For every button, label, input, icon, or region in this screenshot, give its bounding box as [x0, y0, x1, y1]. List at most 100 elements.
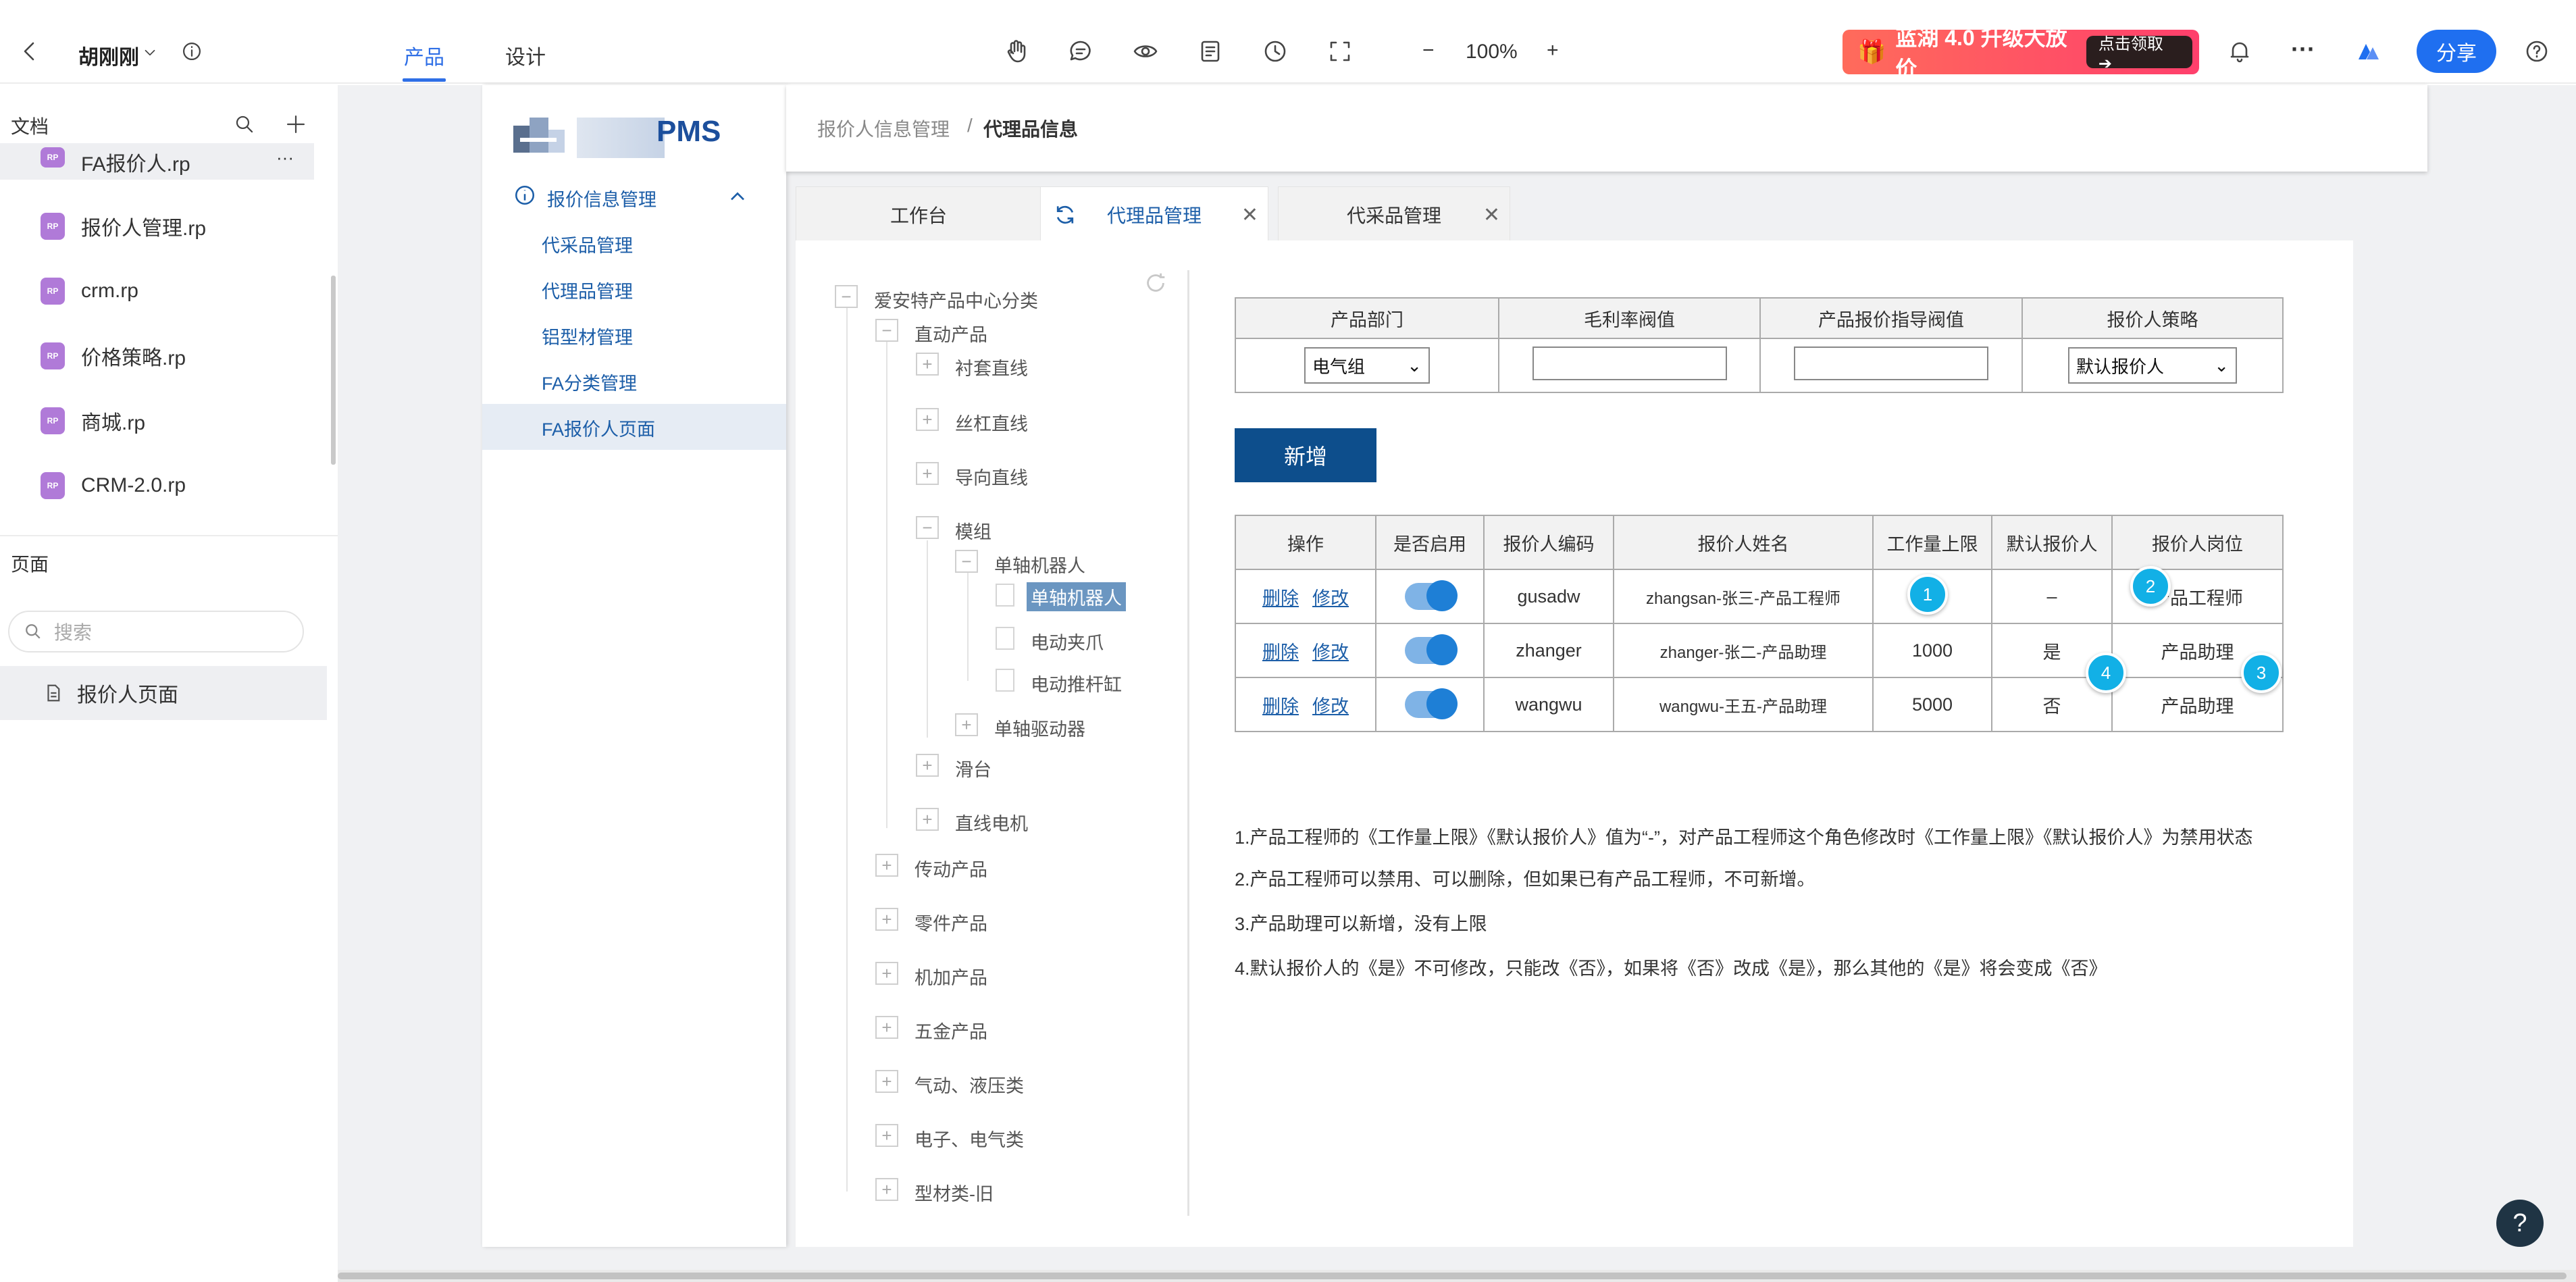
help-button[interactable]: ?: [2496, 1200, 2544, 1247]
tree-expand-toggle[interactable]: +: [875, 1016, 898, 1039]
tree-node[interactable]: 单轴驱动器: [994, 715, 1085, 741]
tree-collapse-toggle[interactable]: −: [916, 516, 939, 539]
zoom-in-button[interactable]: +: [1547, 39, 1559, 62]
help-icon[interactable]: [2518, 32, 2556, 70]
tree-expand-toggle[interactable]: +: [916, 353, 939, 376]
more-icon[interactable]: ···: [2291, 35, 2315, 63]
tree-collapse-toggle[interactable]: −: [955, 550, 978, 573]
document-icon[interactable]: [1191, 32, 1229, 70]
enabled-toggle[interactable]: [1405, 634, 1458, 665]
tab-workbench[interactable]: 工作台: [796, 186, 1041, 243]
tree-node[interactable]: 零件产品: [915, 909, 987, 935]
price-guide-threshold-input[interactable]: [1794, 346, 1988, 380]
doc-item[interactable]: RP crm.rp: [0, 261, 314, 322]
annotation-badge[interactable]: 4: [2086, 652, 2126, 693]
delete-link[interactable]: 删除: [1262, 588, 1299, 609]
breadcrumb-parent[interactable]: 报价人信息管理: [817, 115, 950, 142]
add-icon[interactable]: [277, 105, 315, 143]
tree-node[interactable]: 丝杠直线: [955, 409, 1028, 436]
nav-section-title[interactable]: 报价信息管理: [547, 185, 656, 211]
tree-expand-toggle[interactable]: +: [875, 1070, 898, 1093]
chevron-left-icon[interactable]: [11, 32, 49, 70]
edit-link[interactable]: 修改: [1312, 588, 1349, 609]
doc-item[interactable]: RP 报价人管理.rp: [0, 196, 314, 257]
nav-item[interactable]: 代采品管理: [542, 231, 633, 257]
enabled-toggle[interactable]: [1405, 580, 1458, 611]
tree-expand-toggle[interactable]: +: [875, 908, 898, 931]
add-button[interactable]: 新增: [1235, 428, 1376, 482]
tree-node[interactable]: 电动夹爪: [1031, 628, 1104, 655]
promo-banner[interactable]: 🎁 蓝湖 4.0 升级大放价 点击领取 ➔: [1843, 26, 2199, 81]
tree-node[interactable]: 五金产品: [915, 1017, 987, 1044]
tree-expand-toggle[interactable]: +: [875, 1124, 898, 1147]
delete-link[interactable]: 删除: [1262, 696, 1299, 717]
nav-item-active[interactable]: FA报价人页面: [542, 415, 655, 441]
scrollbar[interactable]: [331, 276, 336, 465]
tree-node[interactable]: 型材类-旧: [915, 1179, 994, 1206]
tree-node[interactable]: 电子、电气类: [915, 1125, 1024, 1152]
info-icon[interactable]: [173, 32, 211, 70]
tree-node[interactable]: 单轴机器人: [994, 551, 1085, 578]
department-select[interactable]: 电气组 ⌄: [1304, 347, 1430, 384]
chevron-up-icon[interactable]: [725, 184, 750, 208]
tab-product[interactable]: 产品: [404, 41, 444, 70]
page-search-input[interactable]: 搜索: [8, 611, 304, 652]
comment-icon[interactable]: [1062, 32, 1100, 70]
doc-item[interactable]: RP CRM-2.0.rp: [0, 455, 314, 516]
tree-expand-toggle[interactable]: +: [875, 1178, 898, 1201]
tab-design[interactable]: 设计: [505, 41, 546, 70]
tree-expand-toggle[interactable]: +: [875, 962, 898, 985]
tree-expand-toggle[interactable]: +: [916, 754, 939, 777]
tree-expand-toggle[interactable]: +: [875, 854, 898, 877]
tree-node[interactable]: 直线电机: [955, 809, 1028, 836]
promo-claim-button[interactable]: 点击领取 ➔: [2086, 35, 2192, 73]
doc-item[interactable]: RP 商城.rp: [0, 390, 314, 451]
close-icon[interactable]: ✕: [1241, 203, 1258, 227]
nav-item[interactable]: 代理品管理: [542, 277, 633, 303]
tree-node-root[interactable]: 爱安特产品中心分类: [874, 286, 1038, 313]
tab-proxy-products[interactable]: 代理品管理 ✕: [1040, 186, 1268, 243]
hand-icon[interactable]: [997, 32, 1035, 70]
project-name[interactable]: 胡刚刚: [78, 41, 139, 70]
search-icon[interactable]: [226, 105, 263, 143]
share-button[interactable]: 分享: [2417, 30, 2496, 73]
tree-node[interactable]: 电动推杆缸: [1031, 670, 1122, 696]
tree-expand-toggle[interactable]: +: [955, 713, 978, 736]
tree-expand-toggle[interactable]: +: [916, 408, 939, 431]
nav-item[interactable]: 铝型材管理: [542, 323, 633, 349]
edit-link[interactable]: 修改: [1312, 696, 1349, 717]
bell-icon[interactable]: [2221, 32, 2259, 70]
splitter[interactable]: [1187, 270, 1189, 1216]
close-icon[interactable]: ✕: [1483, 203, 1500, 227]
nav-item[interactable]: FA分类管理: [542, 369, 637, 395]
edit-link[interactable]: 修改: [1312, 642, 1349, 663]
clock-icon[interactable]: [1256, 32, 1294, 70]
tree-node[interactable]: 气动、液压类: [915, 1071, 1024, 1098]
tree-node[interactable]: 导向直线: [955, 463, 1028, 490]
more-icon[interactable]: ···: [276, 147, 294, 168]
chevron-down-icon[interactable]: [136, 34, 163, 72]
tree-node[interactable]: 机加产品: [915, 963, 987, 990]
tree-expand-toggle[interactable]: +: [916, 808, 939, 831]
enabled-toggle[interactable]: [1405, 688, 1458, 719]
strategy-select[interactable]: 默认报价人 ⌄: [2068, 347, 2237, 384]
tree-node-selected[interactable]: 单轴机器人: [1027, 582, 1126, 611]
delete-link[interactable]: 删除: [1262, 642, 1299, 663]
annotation-badge[interactable]: 2: [2130, 566, 2171, 607]
tree-node[interactable]: 滑台: [955, 755, 991, 781]
tab-purchase-products[interactable]: 代采品管理 ✕: [1278, 186, 1510, 243]
doc-item[interactable]: RP 价格策略.rp: [0, 326, 314, 386]
margin-threshold-input[interactable]: [1532, 346, 1727, 380]
fullscreen-icon[interactable]: [1321, 32, 1359, 70]
annotation-badge[interactable]: 3: [2241, 652, 2282, 693]
horizontal-scrollbar[interactable]: [338, 1270, 2576, 1282]
tree-node[interactable]: 传动产品: [915, 855, 987, 881]
zoom-level[interactable]: 100%: [1466, 41, 1518, 63]
eye-icon[interactable]: [1127, 32, 1164, 70]
tree-collapse-toggle[interactable]: −: [835, 285, 858, 308]
annotation-badge[interactable]: 1: [1907, 574, 1948, 615]
tree-node[interactable]: 模组: [955, 517, 991, 544]
zoom-out-button[interactable]: −: [1422, 39, 1435, 62]
refresh-icon[interactable]: [1053, 203, 1077, 227]
tree-collapse-toggle[interactable]: −: [875, 319, 898, 342]
